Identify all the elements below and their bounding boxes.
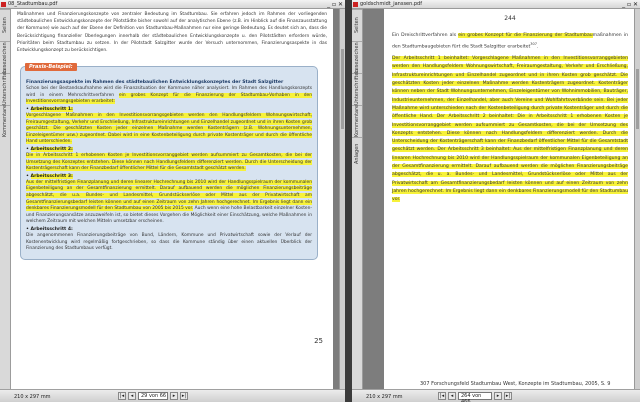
prev-page-icon[interactable]: ◂: [128, 392, 136, 400]
sidebar-tab-kommentare[interactable]: Kommentare: [0, 105, 10, 137]
step2-text: Die in Arbeitsschritt 1 erhobenen Kosten…: [26, 152, 312, 173]
right-steps-paragraph: Der Arbeitsschritt 1 beinhaltet: Vorgesc…: [392, 55, 628, 204]
left-page-navigation: |◂ ◂ 29 von 66 ▸ ▸|: [118, 392, 188, 400]
right-page-number: 244: [504, 15, 516, 22]
right-pdf-page: 244 Ein Dreischrittverfahren als ein gro…: [384, 9, 634, 389]
sidebar-tab-seiten[interactable]: Seiten: [352, 9, 362, 41]
practice-example-box: Praxis-Beispiel: Finanzierungsaspekte im…: [20, 63, 318, 260]
step4-heading: • Arbeitsschritt 4:: [26, 226, 73, 232]
window-controls-icon[interactable]: _ ▫ ✕: [622, 1, 638, 8]
left-title-bar[interactable]: 08_Stadtumbau.pdf _ ▫ ✕: [0, 0, 345, 9]
box-intro: Schon bei der Bestandsaufnahme wird die …: [26, 86, 313, 106]
step2-head-text: Arbeitsschritt 2:: [30, 146, 73, 152]
right-page-navigation: |◂ ◂ 264 von 466 ▸ ▸|: [438, 392, 512, 402]
left-page-size: 210 x 297 mm: [14, 394, 51, 400]
first-page-icon[interactable]: |◂: [438, 392, 446, 400]
intro-paragraph: Maßnahmen und Finanzierungskonzepte von …: [17, 12, 327, 54]
right-footnote: 307 Forschungsfeld Stadtumbau West, Konz…: [420, 381, 611, 387]
right-scroll-thumb[interactable]: [636, 69, 639, 129]
right-page-field[interactable]: 264 von 466: [458, 392, 492, 402]
step2-heading: • Arbeitsschritt 2:: [26, 146, 73, 152]
left-sidebar-tabs: Seiten Lesezeichen Unterschriften Kommen…: [0, 9, 11, 389]
left-window-title: 08_Stadtumbau.pdf: [8, 1, 58, 7]
right-vertical-scrollbar[interactable]: [634, 9, 640, 389]
window-controls-icon[interactable]: _ ▫ ✕: [327, 1, 343, 8]
step1-head-text: Arbeitsschritt 1:: [30, 107, 73, 112]
right-intro-plain: Ein Dreischrittverfahren als: [392, 33, 457, 38]
sidebar-tab-lesezeichen[interactable]: Lesezeichen: [0, 41, 10, 73]
pdf-icon: [353, 2, 358, 7]
step3-heading: • Arbeitsschritt 3:: [26, 173, 73, 179]
step1-text: Vorgeschlagene Maßnahmen in den Investit…: [26, 113, 312, 146]
sidebar-tab-anlagen[interactable]: Anlagen: [352, 137, 362, 169]
first-page-icon[interactable]: |◂: [118, 392, 126, 400]
right-window-title: goldschmidt_janssen.pdf: [360, 1, 422, 7]
left-page-field[interactable]: 29 von 66: [138, 392, 168, 400]
sidebar-tab-kommentare[interactable]: Kommentare: [352, 105, 362, 137]
right-intro-paragraph: Ein Dreischrittverfahren als ein grobes …: [392, 33, 628, 50]
prev-page-icon[interactable]: ◂: [448, 392, 456, 400]
next-page-icon[interactable]: ▸: [494, 392, 502, 400]
last-page-icon[interactable]: ▸|: [180, 392, 188, 400]
right-intro-highlight: ein grobes Konzept für die Finanzierung …: [458, 33, 593, 38]
right-title-bar[interactable]: goldschmidt_janssen.pdf _ ▫ ✕: [352, 0, 640, 9]
sidebar-tab-unterschriften[interactable]: Unterschriften: [0, 69, 10, 105]
sidebar-tab-unterschriften[interactable]: Unterschriften: [352, 69, 362, 105]
footnote-ref[interactable]: 307: [530, 42, 537, 46]
pdf-icon: [1, 2, 6, 7]
sidebar-tab-seiten[interactable]: Seiten: [0, 9, 10, 41]
left-page-number: 25: [314, 337, 323, 345]
right-document-area[interactable]: 244 Ein Dreischrittverfahren als ein gro…: [363, 9, 634, 389]
sidebar-tab-lesezeichen[interactable]: Lesezeichen: [352, 41, 362, 73]
right-status-bar: 210 x 297 mm |◂ ◂ 264 von 466 ▸ ▸|: [352, 389, 640, 402]
left-pdf-page: Maßnahmen und Finanzierungskonzepte von …: [11, 9, 333, 389]
right-sidebar-tabs: Seiten Lesezeichen Unterschriften Kommen…: [352, 9, 363, 389]
left-status-bar: 210 x 297 mm |◂ ◂ 29 von 66 ▸ ▸|: [0, 389, 345, 402]
step1-body: Vorgeschlagene Maßnahmen in den Investit…: [26, 113, 312, 145]
step4-head-text: Arbeitsschritt 4:: [30, 226, 73, 232]
step3-head-text: Arbeitsschritt 3:: [30, 173, 73, 179]
left-document-area[interactable]: Maßnahmen und Finanzierungskonzepte von …: [11, 9, 339, 389]
box-label: Praxis-Beispiel:: [25, 63, 77, 72]
step4-text: Die angenommenen Finanzierungsbeiträge v…: [26, 232, 312, 252]
right-pdf-window: goldschmidt_janssen.pdf _ ▫ ✕ Seiten Les…: [352, 0, 640, 402]
step2-body: Die in Arbeitsschritt 1 erhobenen Kosten…: [26, 152, 312, 172]
right-steps-highlight: Der Arbeitsschritt 1 beinhaltet: Vorgesc…: [392, 56, 628, 203]
right-page-size: 210 x 297 mm: [366, 394, 403, 400]
step3-text: Aus der mittelfristigen Finanzplanung un…: [26, 179, 312, 226]
left-scroll-thumb[interactable]: [341, 49, 344, 129]
left-pdf-window: 08_Stadtumbau.pdf _ ▫ ✕ Seiten Lesezeich…: [0, 0, 345, 402]
last-page-icon[interactable]: ▸|: [504, 392, 512, 400]
step1-heading: • Arbeitsschritt 1:: [26, 107, 73, 112]
window-splitter[interactable]: [345, 0, 352, 402]
next-page-icon[interactable]: ▸: [170, 392, 178, 400]
